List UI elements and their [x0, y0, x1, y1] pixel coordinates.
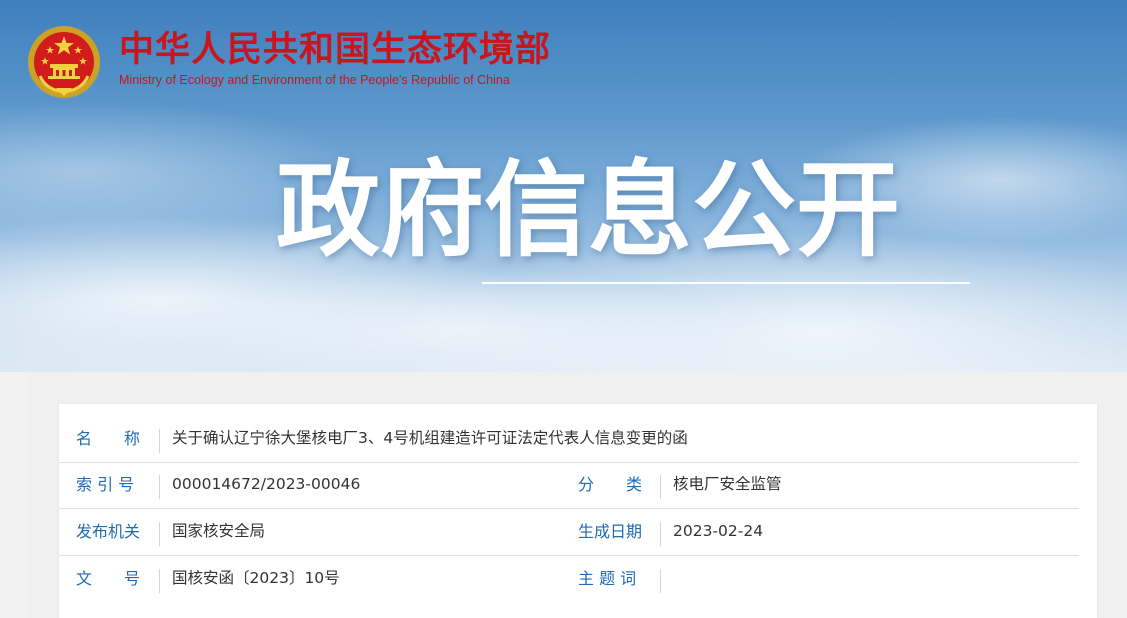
category-label: 分 类	[578, 475, 643, 494]
page-title: 政府信息公开	[276, 149, 901, 271]
keywords-label: 主 题 词	[578, 569, 637, 588]
info-row-docno: 文 号 国核安函〔2023〕10号 主 题 词	[59, 556, 1079, 602]
issuer-label: 发布机关	[76, 522, 141, 541]
national-emblem-icon[interactable]	[26, 24, 102, 100]
date-label: 生成日期	[578, 522, 643, 541]
info-row-name: 名 称 关于确认辽宁徐大堡核电厂3、4号机组建造许可证法定代表人信息变更的函	[59, 416, 1079, 463]
docno-label: 文 号	[76, 569, 141, 588]
divider	[159, 569, 160, 593]
divider	[159, 522, 160, 546]
issuer-value: 国家核安全局	[172, 522, 266, 540]
divider	[159, 475, 160, 499]
info-row-issuer: 发布机关 国家核安全局 生成日期 2023-02-24	[59, 509, 1079, 556]
index-value: 000014672/2023-00046	[172, 475, 361, 493]
divider	[660, 522, 661, 546]
org-name-en[interactable]: Ministry of Ecology and Environment of t…	[119, 73, 510, 87]
org-name-cn[interactable]: 中华人民共和国生态环境部	[119, 30, 551, 70]
title-underline	[482, 282, 970, 284]
docno-value: 国核安函〔2023〕10号	[172, 569, 340, 587]
index-label: 索 引 号	[76, 475, 135, 494]
name-label: 名 称	[76, 429, 141, 448]
info-row-index: 索 引 号 000014672/2023-00046 分 类 核电厂安全监管	[59, 462, 1079, 509]
divider	[660, 569, 661, 593]
date-value: 2023-02-24	[673, 522, 764, 540]
divider	[159, 429, 160, 453]
document-info-card: 名 称 关于确认辽宁徐大堡核电厂3、4号机组建造许可证法定代表人信息变更的函 索…	[59, 404, 1097, 618]
category-value: 核电厂安全监管	[673, 475, 782, 493]
divider	[660, 475, 661, 499]
header-banner: 中华人民共和国生态环境部 Ministry of Ecology and Env…	[0, 0, 1127, 372]
name-value: 关于确认辽宁徐大堡核电厂3、4号机组建造许可证法定代表人信息变更的函	[172, 429, 688, 447]
